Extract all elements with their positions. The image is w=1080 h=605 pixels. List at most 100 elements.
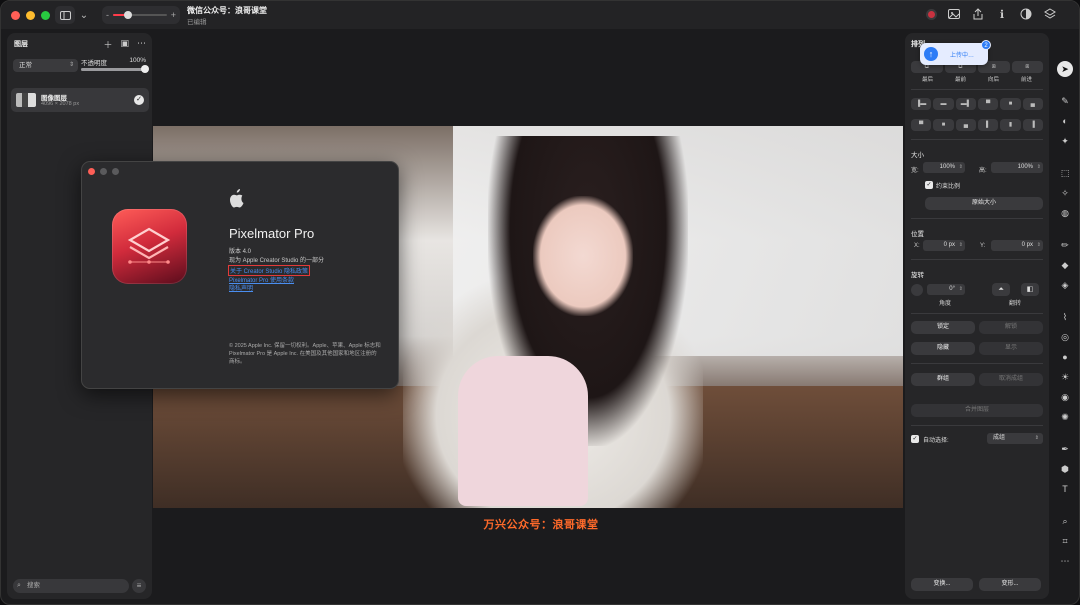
crop-tool-icon[interactable]: ⌗ bbox=[1057, 533, 1073, 549]
auto-select-label: 自动选择: bbox=[923, 438, 949, 444]
clone-tool-icon[interactable]: ◎ bbox=[1057, 329, 1073, 345]
distribute-center-button[interactable]: ▮ bbox=[1000, 119, 1021, 131]
x-field[interactable]: 0 px ⇕ bbox=[923, 240, 965, 251]
shapes-tool-icon[interactable]: ⬢ bbox=[1057, 461, 1073, 477]
zoom-tool-icon[interactable]: ⌕ bbox=[1057, 513, 1073, 529]
align-middle-button[interactable]: ■ bbox=[1000, 98, 1021, 110]
distribute-bottom-button[interactable]: ▄ bbox=[955, 119, 976, 131]
align-top-button[interactable]: ▀ bbox=[977, 98, 999, 110]
arrange-tool-icon[interactable]: ➤ bbox=[1057, 61, 1073, 77]
lock-button[interactable]: 锁定 bbox=[911, 321, 975, 334]
hide-button[interactable]: 隐藏 bbox=[911, 342, 975, 355]
fill-tool-icon[interactable]: ◆ bbox=[1057, 257, 1073, 273]
dialog-close-button[interactable] bbox=[88, 168, 95, 175]
x-label: X: bbox=[914, 243, 920, 249]
layer-search-input[interactable]: ⌕ 搜索 bbox=[13, 579, 129, 593]
align-center-h-button[interactable]: ▬ bbox=[933, 98, 954, 110]
view-menu-button[interactable]: ⌄ bbox=[77, 6, 91, 24]
adjust-icon[interactable] bbox=[1019, 7, 1033, 21]
retouch-tool-icon[interactable]: ⌇ bbox=[1057, 309, 1073, 325]
blend-mode-select[interactable]: 正常 ⇕ bbox=[13, 59, 78, 72]
distort-button[interactable]: 变形... bbox=[979, 578, 1041, 591]
lighten-tool-icon[interactable]: ☀ bbox=[1057, 369, 1073, 385]
privacy-statement-link[interactable]: 隐私声明 bbox=[229, 283, 253, 292]
document-title: 微信公众号：浪哥课堂 bbox=[187, 6, 267, 15]
share-icon[interactable] bbox=[971, 7, 985, 21]
image-icon[interactable] bbox=[947, 7, 961, 21]
zoom-in-button[interactable]: + bbox=[171, 10, 176, 20]
align-left-button[interactable]: ▐▬ bbox=[911, 98, 932, 110]
flip-label: 翻转 bbox=[1009, 301, 1022, 307]
align-bottom-button[interactable]: ▄ bbox=[1022, 98, 1043, 110]
erase-tool-icon[interactable]: ◈ bbox=[1057, 277, 1073, 293]
flip-vertical-button[interactable]: ⏶ bbox=[992, 283, 1010, 296]
auto-select-checkbox[interactable]: ✓ bbox=[911, 435, 919, 443]
zoom-track[interactable] bbox=[113, 11, 167, 19]
distribute-right-button[interactable]: ▐ bbox=[1022, 119, 1043, 131]
stepper-icon[interactable]: ⇕ bbox=[959, 240, 963, 251]
app-part-of: 现为 Apple Creator Studio 的一部分 bbox=[229, 258, 325, 264]
saturate-tool-icon[interactable]: ◉ bbox=[1057, 389, 1073, 405]
style-tool-icon[interactable]: ✎ bbox=[1057, 93, 1073, 109]
width-field[interactable]: 100% ⇕ bbox=[923, 162, 965, 173]
upload-toast[interactable]: ↑ 上传中… 2 bbox=[920, 40, 991, 65]
type-tool-icon[interactable]: T bbox=[1057, 481, 1073, 497]
paint-tool-icon[interactable]: ✏ bbox=[1057, 237, 1073, 253]
zoom-window-button[interactable] bbox=[41, 10, 50, 20]
sidebar-toggle-button[interactable] bbox=[55, 6, 75, 24]
distribute-top-button[interactable]: ▀ bbox=[911, 119, 932, 131]
auto-select-dropdown[interactable]: 成组 ⇕ bbox=[987, 433, 1043, 444]
layers-icon[interactable] bbox=[1043, 7, 1057, 21]
align-right-button[interactable]: ▬▌ bbox=[955, 98, 976, 110]
select-tool-icon[interactable]: ⬚ bbox=[1057, 165, 1073, 181]
auto-select-value: 成组 bbox=[993, 435, 1006, 441]
filter-icon[interactable]: ≡ bbox=[132, 579, 146, 593]
record-icon[interactable] bbox=[926, 8, 937, 20]
app-window: ⌄ - + 微信公众号：浪哥课堂 已编辑 ℹ 图层 ＋ ▣ ⋯ 正常 ⇕ 不透明… bbox=[0, 0, 1080, 605]
opacity-value[interactable]: 100% bbox=[129, 57, 146, 64]
zoom-slider[interactable]: - + bbox=[102, 6, 180, 24]
zoom-knob[interactable] bbox=[124, 11, 133, 19]
opacity-slider[interactable] bbox=[81, 65, 149, 73]
transform-button[interactable]: 变换... bbox=[911, 578, 973, 591]
distribute-middle-button[interactable]: ■ bbox=[933, 119, 954, 131]
stepper-icon[interactable]: ⇕ bbox=[959, 162, 963, 173]
privacy-policy-link[interactable]: 关于 Creator Studio 隐私政策 bbox=[227, 265, 311, 276]
height-field[interactable]: 100% ⇕ bbox=[991, 162, 1043, 173]
stepper-icon[interactable]: ⇕ bbox=[1037, 240, 1041, 251]
more-icon[interactable]: ⋯ bbox=[137, 38, 146, 51]
quick-selection-tool-icon[interactable]: ◍ bbox=[1057, 205, 1073, 221]
flip-horizontal-button[interactable]: ◧ bbox=[1021, 283, 1039, 296]
magic-wand-tool-icon[interactable]: ✧ bbox=[1057, 185, 1073, 201]
close-window-button[interactable] bbox=[11, 10, 20, 20]
sidebar-icon bbox=[59, 10, 71, 20]
visibility-check-icon[interactable]: ✓ bbox=[134, 95, 144, 105]
distribute-left-button[interactable]: ▌ bbox=[977, 119, 999, 131]
pen-tool-icon[interactable]: ✒ bbox=[1057, 441, 1073, 457]
group-button[interactable]: 群组 bbox=[911, 373, 975, 386]
sharpen-tool-icon[interactable]: ● bbox=[1057, 349, 1073, 365]
bring-forward-button[interactable]: ⧈ bbox=[1011, 61, 1043, 73]
angle-dial[interactable] bbox=[911, 284, 923, 296]
color-adjust-tool-icon[interactable]: ◐ bbox=[1057, 113, 1073, 129]
upload-arrow-icon: ↑ bbox=[924, 47, 938, 61]
stepper-icon[interactable]: ⇕ bbox=[959, 284, 963, 295]
mask-icon[interactable]: ▣ bbox=[120, 38, 129, 51]
info-icon[interactable]: ℹ bbox=[995, 7, 1009, 21]
y-field[interactable]: 0 px ⇕ bbox=[991, 240, 1043, 251]
angle-field[interactable]: 0° ⇕ bbox=[927, 284, 965, 295]
window-controls bbox=[11, 10, 50, 20]
stepper-icon[interactable]: ⇕ bbox=[1037, 162, 1041, 173]
more-tools-icon[interactable]: ⋯ bbox=[1057, 553, 1073, 569]
warp-tool-icon[interactable]: ✺ bbox=[1057, 409, 1073, 425]
layer-row[interactable]: 图像图层 4096 × 2078 px ✓ bbox=[11, 88, 149, 112]
opacity-knob[interactable] bbox=[141, 65, 149, 73]
arrange-label: 向后 bbox=[987, 77, 999, 83]
zoom-out-button[interactable]: - bbox=[106, 10, 109, 20]
angle-label: 角度 bbox=[939, 301, 952, 307]
original-size-button[interactable]: 原始大小 bbox=[925, 197, 1043, 210]
constrain-proportions-checkbox[interactable]: ✓ bbox=[925, 181, 933, 189]
add-layer-icon[interactable]: ＋ bbox=[103, 38, 112, 51]
minimize-window-button[interactable] bbox=[26, 10, 35, 20]
effects-tool-icon[interactable]: ✦ bbox=[1057, 133, 1073, 149]
